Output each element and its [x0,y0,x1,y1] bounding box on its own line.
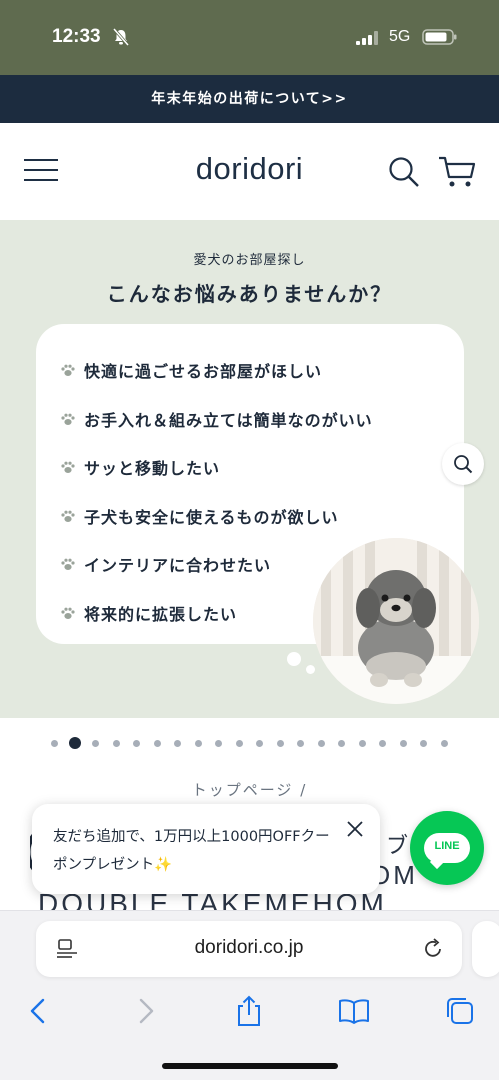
cart-icon[interactable] [438,155,476,189]
carousel-dot[interactable] [379,740,386,747]
url-text: doridori.co.jp [194,937,304,958]
line-button[interactable]: LINE [410,811,484,885]
bookmarks-icon[interactable] [337,994,371,1028]
concern-item: サッと移動したい [60,443,373,492]
carousel-dot[interactable] [235,740,243,747]
site-logo[interactable]: doridori [0,151,499,187]
close-icon[interactable] [345,819,365,839]
status-bar: 12:33 5G [0,0,499,75]
concern-text: 将来的に拡張したい [84,604,238,624]
carousel-dot[interactable] [440,740,448,747]
back-icon[interactable] [22,994,56,1028]
home-indicator [162,1063,338,1069]
concern-text: 子犬も安全に使えるものが欲しい [84,507,339,527]
hero-subtitle: 愛犬のお部屋探し [193,253,306,268]
concern-text: インテリアに合わせたい [84,556,272,576]
carousel-dot[interactable] [399,740,407,747]
breadcrumb[interactable]: トップページ / [0,779,499,800]
bell-muted-icon [113,28,129,46]
dog-photo [313,538,479,704]
carousel-dot[interactable] [297,740,304,747]
concern-text: お手入れ＆組み立ては簡単なのがいい [84,410,373,430]
bubble-tail-dot [287,652,301,666]
status-time: 12:33 [52,26,101,47]
search-icon[interactable] [388,156,420,188]
hero-banner[interactable]: 愛犬のお部屋探し こんなお悩みありませんか？ 快適に過ごせるお部屋がほしい お手… [0,220,499,718]
concern-item: お手入れ＆組み立ては簡単なのがいい [60,395,373,444]
carousel-dot[interactable] [420,740,427,747]
paw-icon [61,364,75,377]
site-header: doridori [0,123,499,220]
concern-text: 快適に過ごせるお部屋がほしい [84,362,323,382]
carousel-dot[interactable] [51,740,58,747]
share-icon[interactable] [232,994,266,1028]
carousel-dot-active[interactable] [69,737,81,749]
paw-icon [61,558,75,571]
announcement-link[interactable]: 年末年始の出荷について>> [0,75,499,123]
paw-icon [61,413,75,425]
product-title-line1: ブ [386,833,412,858]
line-label: LINE [434,840,460,852]
zoom-button[interactable] [442,443,484,485]
concern-item: 子犬も安全に使えるものが欲しい [60,492,373,541]
concern-item: 快適に過ごせるお部屋がほしい [60,346,373,395]
carousel-dot[interactable] [112,740,120,747]
line-promo-toast[interactable]: 友だち追加で、1万円以上1000円OFFクーポンプレゼント✨ [32,804,380,894]
carousel-pagination [0,737,499,751]
carousel-dot[interactable] [358,740,366,747]
forward-icon[interactable] [128,994,162,1028]
carousel-dot[interactable] [133,740,140,747]
toast-message: 友だち追加で、1万円以上1000円OFFクーポンプレゼント✨ [53,829,330,873]
carousel-dot[interactable] [256,740,263,747]
signal-icon [356,31,378,45]
address-bar[interactable]: doridori.co.jp [36,921,462,977]
carousel-dot[interactable] [194,740,202,747]
paw-icon [61,510,75,522]
next-tab-preview[interactable] [472,921,499,977]
zoom-icon [454,455,473,474]
concern-text: サッと移動したい [84,459,221,479]
carousel-dot[interactable] [338,740,345,747]
network-label: 5G [389,28,411,45]
paw-icon [61,461,75,474]
browser-toolbar: doridori.co.jp [0,910,499,1080]
tabs-icon[interactable] [443,994,477,1028]
hero-title: こんなお悩みありませんか？ [106,282,393,306]
carousel-dot[interactable] [153,740,161,747]
carousel-dot[interactable] [215,740,222,747]
carousel-dot[interactable] [317,740,325,747]
paw-icon [61,607,75,619]
reload-icon[interactable] [422,938,444,960]
bubble-tail-dot [306,665,315,674]
battery-icon [422,29,457,45]
carousel-dot[interactable] [92,740,99,747]
carousel-dot[interactable] [276,740,284,747]
carousel-dot[interactable] [174,740,181,747]
